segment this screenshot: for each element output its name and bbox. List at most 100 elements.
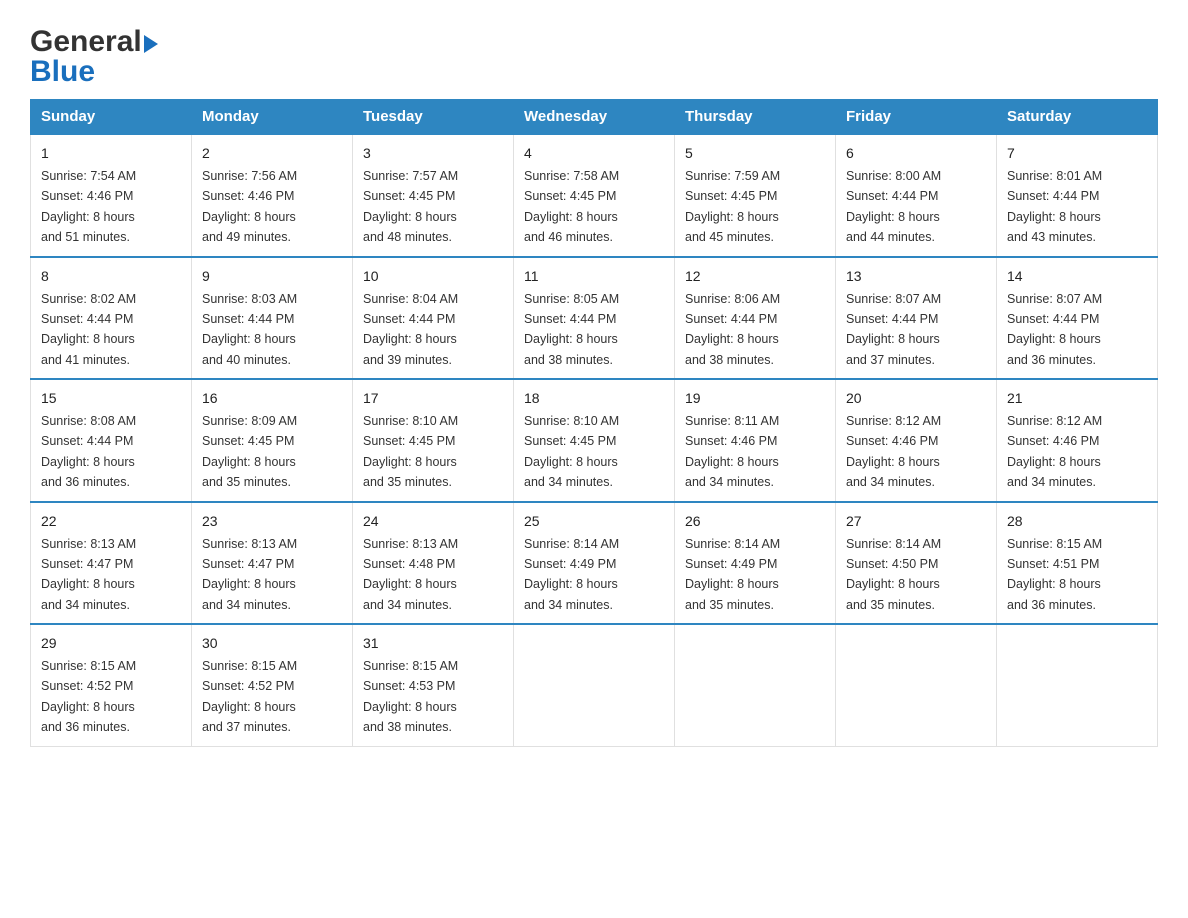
day-number: 10 (363, 266, 503, 287)
calendar-cell: 9 Sunrise: 8:03 AMSunset: 4:44 PMDaylight… (192, 257, 353, 380)
day-number: 9 (202, 266, 342, 287)
calendar-week-row: 1 Sunrise: 7:54 AMSunset: 4:46 PMDaylight… (31, 134, 1158, 257)
day-number: 15 (41, 388, 181, 409)
calendar-cell: 13 Sunrise: 8:07 AMSunset: 4:44 PMDayligh… (836, 257, 997, 380)
day-number: 5 (685, 143, 825, 164)
day-number: 31 (363, 633, 503, 654)
col-header-saturday: Saturday (997, 100, 1158, 135)
day-number: 28 (1007, 511, 1147, 532)
calendar-week-row: 22 Sunrise: 8:13 AMSunset: 4:47 PMDayligh… (31, 502, 1158, 625)
calendar-week-row: 15 Sunrise: 8:08 AMSunset: 4:44 PMDayligh… (31, 379, 1158, 502)
calendar-cell: 12 Sunrise: 8:06 AMSunset: 4:44 PMDayligh… (675, 257, 836, 380)
day-info: Sunrise: 8:15 AMSunset: 4:51 PMDaylight:… (1007, 537, 1102, 612)
calendar-cell: 18 Sunrise: 8:10 AMSunset: 4:45 PMDayligh… (514, 379, 675, 502)
day-info: Sunrise: 8:09 AMSunset: 4:45 PMDaylight:… (202, 414, 297, 489)
logo-general-text: General (30, 25, 142, 59)
day-info: Sunrise: 8:05 AMSunset: 4:44 PMDaylight:… (524, 292, 619, 367)
day-number: 25 (524, 511, 664, 532)
day-number: 11 (524, 266, 664, 287)
logo-blue-text: Blue (30, 55, 95, 89)
day-number: 22 (41, 511, 181, 532)
day-info: Sunrise: 8:04 AMSunset: 4:44 PMDaylight:… (363, 292, 458, 367)
day-info: Sunrise: 8:14 AMSunset: 4:50 PMDaylight:… (846, 537, 941, 612)
day-info: Sunrise: 7:59 AMSunset: 4:45 PMDaylight:… (685, 169, 780, 244)
calendar-cell: 19Sunrise: 8:11 AMSunset: 4:46 PMDayligh… (675, 379, 836, 502)
calendar-cell: 11 Sunrise: 8:05 AMSunset: 4:44 PMDayligh… (514, 257, 675, 380)
calendar-cell: 1 Sunrise: 7:54 AMSunset: 4:46 PMDaylight… (31, 134, 192, 257)
logo: General Blue (30, 20, 158, 89)
calendar-cell (675, 624, 836, 746)
calendar-cell: 16 Sunrise: 8:09 AMSunset: 4:45 PMDayligh… (192, 379, 353, 502)
calendar-header-row: SundayMondayTuesdayWednesdayThursdayFrid… (31, 100, 1158, 135)
calendar-cell: 3 Sunrise: 7:57 AMSunset: 4:45 PMDaylight… (353, 134, 514, 257)
calendar-cell (514, 624, 675, 746)
day-number: 26 (685, 511, 825, 532)
calendar-cell: 24 Sunrise: 8:13 AMSunset: 4:48 PMDayligh… (353, 502, 514, 625)
day-number: 16 (202, 388, 342, 409)
day-info: Sunrise: 8:08 AMSunset: 4:44 PMDaylight:… (41, 414, 136, 489)
calendar-cell: 15 Sunrise: 8:08 AMSunset: 4:44 PMDayligh… (31, 379, 192, 502)
day-info: Sunrise: 8:15 AMSunset: 4:52 PMDaylight:… (41, 659, 136, 734)
col-header-tuesday: Tuesday (353, 100, 514, 135)
calendar-week-row: 29Sunrise: 8:15 AMSunset: 4:52 PMDayligh… (31, 624, 1158, 746)
day-info: Sunrise: 8:15 AMSunset: 4:52 PMDaylight:… (202, 659, 297, 734)
calendar-cell: 20Sunrise: 8:12 AMSunset: 4:46 PMDayligh… (836, 379, 997, 502)
calendar-cell: 28 Sunrise: 8:15 AMSunset: 4:51 PMDayligh… (997, 502, 1158, 625)
day-info: Sunrise: 8:07 AMSunset: 4:44 PMDaylight:… (846, 292, 941, 367)
logo-triangle (144, 35, 158, 53)
calendar-cell (836, 624, 997, 746)
calendar-cell: 4Sunrise: 7:58 AMSunset: 4:45 PMDaylight… (514, 134, 675, 257)
day-info: Sunrise: 8:01 AMSunset: 4:44 PMDaylight:… (1007, 169, 1102, 244)
day-info: Sunrise: 8:13 AMSunset: 4:47 PMDaylight:… (202, 537, 297, 612)
calendar-cell: 2Sunrise: 7:56 AMSunset: 4:46 PMDaylight… (192, 134, 353, 257)
calendar-cell: 30 Sunrise: 8:15 AMSunset: 4:52 PMDayligh… (192, 624, 353, 746)
calendar-cell: 14Sunrise: 8:07 AMSunset: 4:44 PMDayligh… (997, 257, 1158, 380)
day-number: 27 (846, 511, 986, 532)
day-number: 4 (524, 143, 664, 164)
calendar-week-row: 8 Sunrise: 8:02 AMSunset: 4:44 PMDaylight… (31, 257, 1158, 380)
calendar-cell: 17 Sunrise: 8:10 AMSunset: 4:45 PMDayligh… (353, 379, 514, 502)
day-number: 13 (846, 266, 986, 287)
day-info: Sunrise: 7:54 AMSunset: 4:46 PMDaylight:… (41, 169, 136, 244)
calendar-cell: 21Sunrise: 8:12 AMSunset: 4:46 PMDayligh… (997, 379, 1158, 502)
day-number: 7 (1007, 143, 1147, 164)
day-info: Sunrise: 8:06 AMSunset: 4:44 PMDaylight:… (685, 292, 780, 367)
day-number: 30 (202, 633, 342, 654)
day-info: Sunrise: 8:10 AMSunset: 4:45 PMDaylight:… (524, 414, 619, 489)
calendar-cell: 29Sunrise: 8:15 AMSunset: 4:52 PMDayligh… (31, 624, 192, 746)
day-number: 3 (363, 143, 503, 164)
calendar-cell: 8 Sunrise: 8:02 AMSunset: 4:44 PMDaylight… (31, 257, 192, 380)
day-number: 12 (685, 266, 825, 287)
col-header-monday: Monday (192, 100, 353, 135)
day-number: 20 (846, 388, 986, 409)
day-info: Sunrise: 8:00 AMSunset: 4:44 PMDaylight:… (846, 169, 941, 244)
day-info: Sunrise: 8:10 AMSunset: 4:45 PMDaylight:… (363, 414, 458, 489)
calendar-cell: 26 Sunrise: 8:14 AMSunset: 4:49 PMDayligh… (675, 502, 836, 625)
day-number: 1 (41, 143, 181, 164)
day-info: Sunrise: 8:02 AMSunset: 4:44 PMDaylight:… (41, 292, 136, 367)
day-number: 8 (41, 266, 181, 287)
day-number: 14 (1007, 266, 1147, 287)
day-info: Sunrise: 8:13 AMSunset: 4:48 PMDaylight:… (363, 537, 458, 612)
calendar-cell: 7 Sunrise: 8:01 AMSunset: 4:44 PMDaylight… (997, 134, 1158, 257)
calendar-cell: 6Sunrise: 8:00 AMSunset: 4:44 PMDaylight… (836, 134, 997, 257)
calendar-cell (997, 624, 1158, 746)
day-info: Sunrise: 8:14 AMSunset: 4:49 PMDaylight:… (524, 537, 619, 612)
day-info: Sunrise: 8:13 AMSunset: 4:47 PMDaylight:… (41, 537, 136, 612)
day-number: 17 (363, 388, 503, 409)
calendar-table: SundayMondayTuesdayWednesdayThursdayFrid… (30, 99, 1158, 747)
day-number: 2 (202, 143, 342, 164)
calendar-cell: 5 Sunrise: 7:59 AMSunset: 4:45 PMDaylight… (675, 134, 836, 257)
day-info: Sunrise: 8:03 AMSunset: 4:44 PMDaylight:… (202, 292, 297, 367)
day-info: Sunrise: 8:12 AMSunset: 4:46 PMDaylight:… (1007, 414, 1102, 489)
col-header-wednesday: Wednesday (514, 100, 675, 135)
calendar-cell: 23 Sunrise: 8:13 AMSunset: 4:47 PMDayligh… (192, 502, 353, 625)
day-info: Sunrise: 7:57 AMSunset: 4:45 PMDaylight:… (363, 169, 458, 244)
day-number: 23 (202, 511, 342, 532)
day-number: 24 (363, 511, 503, 532)
calendar-cell: 10 Sunrise: 8:04 AMSunset: 4:44 PMDayligh… (353, 257, 514, 380)
page-header: General Blue (30, 20, 1158, 89)
day-info: Sunrise: 8:14 AMSunset: 4:49 PMDaylight:… (685, 537, 780, 612)
day-number: 18 (524, 388, 664, 409)
col-header-thursday: Thursday (675, 100, 836, 135)
